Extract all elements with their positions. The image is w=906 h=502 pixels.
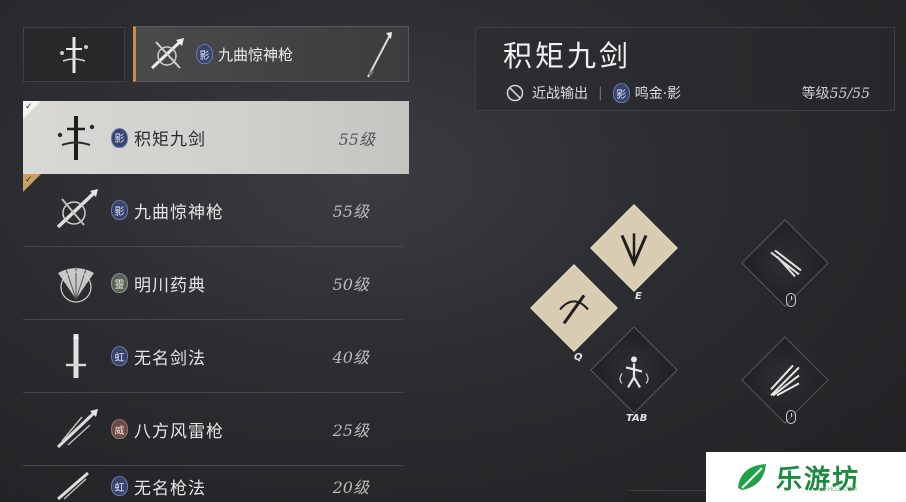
primary-weapon-slot[interactable] bbox=[23, 27, 125, 82]
sword-icon bbox=[41, 113, 111, 163]
shadow-badge: 影 bbox=[612, 83, 630, 103]
shadow-badge: 影 bbox=[111, 127, 128, 148]
right-mouse-icon bbox=[786, 410, 796, 424]
weapon-name: 无名枪法 bbox=[134, 478, 206, 499]
might-badge: 威 bbox=[111, 419, 128, 439]
weapon-name: 九曲惊神枪 bbox=[134, 202, 224, 223]
spear-icon bbox=[364, 31, 394, 79]
weapon-level: 40级 bbox=[332, 348, 369, 367]
equipped-check-marker: ✓ bbox=[23, 101, 41, 119]
secondary-weapon-name: 九曲惊神枪 bbox=[218, 45, 294, 64]
weapon-path: 鸣金·影 bbox=[634, 86, 682, 102]
skill-left-mouse[interactable] bbox=[741, 219, 829, 307]
weapon-row[interactable]: ✓ 影 九曲惊神枪 55级 bbox=[23, 174, 403, 247]
weapon-level-display: 等级55/55 bbox=[802, 83, 870, 103]
weapon-level: 50级 bbox=[332, 275, 369, 294]
crossed-spear-icon bbox=[146, 34, 188, 74]
leaf-logo-icon bbox=[734, 460, 772, 494]
weapon-level: 55级 bbox=[332, 202, 369, 221]
weapon-name: 无名剑法 bbox=[134, 348, 206, 369]
no-sign-icon bbox=[506, 84, 524, 102]
key-q-label: Q bbox=[574, 352, 583, 363]
skill-right-mouse[interactable] bbox=[741, 336, 829, 424]
spear-icon bbox=[41, 407, 111, 451]
weapon-level: 25级 bbox=[332, 421, 369, 440]
triple-slash-icon bbox=[754, 233, 816, 295]
sword-icon bbox=[57, 35, 91, 75]
spirit-badge: 靈 bbox=[111, 273, 128, 293]
sword-icon bbox=[41, 331, 111, 381]
sword-slash-icon bbox=[603, 218, 665, 280]
sword-arc-icon bbox=[543, 278, 605, 340]
crossed-spear-icon bbox=[41, 187, 111, 233]
weapon-detail-panel: 积矩九剑 近战输出 | 影 鸣金·影 等级55/55 bbox=[475, 27, 895, 111]
level-value: 55/55 bbox=[829, 86, 870, 102]
weapon-row[interactable]: 虹 无名剑法 40级 bbox=[23, 320, 403, 393]
site-watermark: 乐游坊 LYFHGZ.COM bbox=[706, 452, 906, 502]
rainbow-badge: 虹 bbox=[111, 346, 128, 366]
weapon-title: 积矩九剑 bbox=[503, 39, 632, 73]
spear-icon bbox=[41, 471, 111, 501]
level-label: 等级 bbox=[801, 86, 830, 102]
key-e-label: E bbox=[635, 291, 642, 302]
watermark-sub: LYFHGZ.COM bbox=[818, 486, 857, 493]
weapon-name: 八方风雷枪 bbox=[134, 421, 224, 442]
shadow-badge: 影 bbox=[196, 44, 213, 64]
spread-slash-icon bbox=[754, 350, 816, 412]
left-mouse-icon bbox=[786, 293, 796, 307]
rainbow-badge: 虹 bbox=[111, 476, 128, 496]
bottom-panel-edge bbox=[626, 490, 708, 502]
divider: | bbox=[598, 85, 603, 101]
weapon-role: 近战输出 bbox=[532, 86, 588, 102]
weapon-level: 20级 bbox=[332, 478, 369, 497]
weapon-row[interactable]: 靈 明川药典 50级 bbox=[23, 247, 403, 320]
equipped-check-marker: ✓ bbox=[23, 174, 41, 192]
weapon-row[interactable]: 威 八方风雷枪 25级 bbox=[23, 393, 403, 466]
weapon-name: 明川药典 bbox=[134, 275, 206, 296]
key-tab-label: TAB bbox=[626, 413, 648, 424]
shadow-badge: 影 bbox=[111, 200, 128, 220]
weapon-level: 55级 bbox=[338, 129, 375, 149]
weapon-row-selected[interactable]: ✓ 影 积矩九剑 55级 bbox=[23, 101, 409, 174]
swordsman-icon bbox=[603, 340, 665, 402]
weapon-row[interactable]: 虹 无名枪法 20级 bbox=[23, 466, 403, 502]
fan-icon bbox=[41, 261, 111, 305]
weapon-attributes: 近战输出 | 影 鸣金·影 bbox=[506, 83, 681, 103]
weapon-list: ✓ 影 积矩九剑 55级 ✓ 影 九曲惊神枪 55级 靈 明川药典 50级 虹 … bbox=[23, 101, 409, 502]
secondary-weapon-slot[interactable]: 影 九曲惊神枪 bbox=[133, 26, 409, 82]
weapon-name: 积矩九剑 bbox=[134, 130, 206, 150]
